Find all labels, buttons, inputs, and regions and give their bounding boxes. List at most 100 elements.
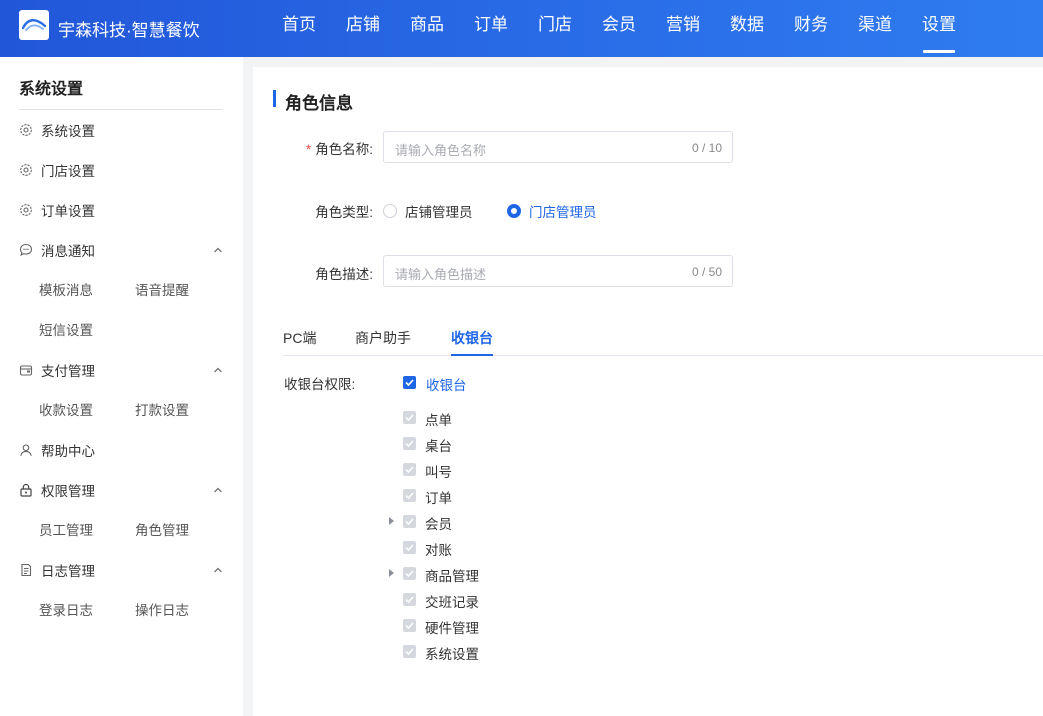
sidebar-item-label: 支付管理	[41, 364, 95, 379]
sidebar-sub-staff-management[interactable]: 员工管理	[39, 519, 93, 539]
checkbox-label: 桌台	[425, 439, 452, 454]
sidebar-item-logs[interactable]: 日志管理	[19, 550, 225, 590]
sidebar-sub-payout-settings[interactable]: 打款设置	[135, 399, 189, 419]
main-nav: 首页 店铺 商品 订单 门店 会员 营销 数据 财务 渠道 设置	[267, 0, 971, 57]
wallet-icon	[19, 363, 33, 377]
role-desc-input[interactable]: 请输入角色描述 0 / 50	[383, 255, 733, 287]
checkbox-perm-call-number[interactable]	[403, 463, 416, 476]
expand-caret-icon[interactable]	[389, 569, 394, 577]
sidebar-sub-collection-settings[interactable]: 收款设置	[39, 399, 93, 419]
checkbox-label: 系统设置	[425, 647, 479, 662]
document-icon	[19, 563, 33, 577]
checkbox-perm-hardware[interactable]	[403, 619, 416, 632]
checkbox-label: 硬件管理	[425, 621, 479, 636]
chevron-up-icon	[213, 243, 223, 258]
checkbox-perm-order[interactable]	[403, 411, 416, 424]
section-title: 角色信息	[285, 94, 353, 113]
checkbox-label: 会员	[425, 517, 452, 532]
nav-stores[interactable]: 门店	[523, 0, 587, 57]
checkbox-perm-system-settings[interactable]	[403, 645, 416, 658]
tab-active-indicator	[451, 354, 493, 356]
checkbox-perm-product-mgmt[interactable]	[403, 567, 416, 580]
sidebar-item-system-settings[interactable]: 系统设置	[19, 110, 225, 150]
nav-home[interactable]: 首页	[267, 0, 331, 57]
top-navbar: 宇森科技·智慧餐饮 首页 店铺 商品 订单 门店 会员 营销 数据 财务 渠道 …	[0, 0, 1043, 57]
checkbox-perm-members[interactable]	[403, 515, 416, 528]
sidebar-item-label: 日志管理	[41, 564, 95, 579]
sidebar-sub-voice-alerts[interactable]: 语音提醒	[135, 279, 189, 299]
checkbox-label: 交班记录	[425, 595, 479, 610]
chevron-up-icon	[213, 483, 223, 498]
role-name-placeholder: 请输入角色名称	[395, 143, 487, 158]
nav-settings[interactable]: 设置	[907, 0, 971, 57]
sidebar-item-label: 订单设置	[41, 204, 95, 219]
required-mark: *	[305, 142, 312, 157]
sidebar-sub-role-management[interactable]: 角色管理	[135, 519, 189, 539]
radio-outlet-admin[interactable]: 门店管理员	[507, 201, 597, 221]
sidebar-item-label: 帮助中心	[41, 444, 95, 459]
sidebar-item-permissions[interactable]: 权限管理	[19, 470, 225, 510]
sidebar-sub-template-messages[interactable]: 模板消息	[39, 279, 93, 299]
brand-name: 宇森科技·智慧餐饮	[58, 21, 200, 40]
role-desc-label: 角色描述:	[315, 267, 373, 282]
role-form-panel: 角色信息 * 角色名称: 请输入角色名称 0 / 10 角色类型: 店铺管理员 门…	[253, 67, 1043, 716]
sidebar-item-label: 门店设置	[41, 164, 95, 179]
role-desc-counter: 0 / 50	[691, 265, 722, 279]
sidebar-item-label: 权限管理	[41, 484, 95, 499]
sidebar-item-label: 系统设置	[41, 124, 95, 139]
nav-marketing[interactable]: 营销	[651, 0, 715, 57]
nav-data[interactable]: 数据	[715, 0, 779, 57]
sidebar: 系统设置 系统设置 门店设置 订单设置 消息通知 模板消息 语音提醒 短信设置 …	[0, 57, 243, 716]
checkbox-label: 收银台	[426, 378, 467, 393]
checkbox-cashier-root[interactable]	[403, 376, 416, 389]
sidebar-title: 系统设置	[19, 81, 84, 98]
tab-pc[interactable]: PC端	[283, 328, 316, 348]
radio-label: 门店管理员	[529, 205, 597, 220]
nav-shop[interactable]: 店铺	[331, 0, 395, 57]
checkbox-label: 点单	[425, 413, 452, 428]
nav-orders[interactable]: 订单	[459, 0, 523, 57]
tab-cashier[interactable]: 收银台	[451, 328, 493, 348]
sidebar-item-payment[interactable]: 支付管理	[19, 350, 225, 390]
radio-circle	[383, 204, 397, 218]
chevron-up-icon	[213, 563, 223, 578]
nav-members[interactable]: 会员	[587, 0, 651, 57]
sidebar-sub-sms-settings[interactable]: 短信设置	[39, 319, 93, 339]
radio-circle-selected	[507, 204, 521, 218]
sidebar-item-store-settings[interactable]: 门店设置	[19, 150, 225, 190]
lock-icon	[19, 483, 33, 497]
radio-store-admin[interactable]: 店铺管理员	[383, 201, 473, 221]
brand-logo-icon	[19, 10, 49, 40]
checkbox-perm-orders[interactable]	[403, 489, 416, 502]
checkbox-label: 叫号	[425, 465, 452, 480]
expand-caret-icon[interactable]	[389, 517, 394, 525]
nav-channels[interactable]: 渠道	[843, 0, 907, 57]
sidebar-sub-login-logs[interactable]: 登录日志	[39, 599, 93, 619]
sidebar-sub-operation-logs[interactable]: 操作日志	[135, 599, 189, 619]
sidebar-item-notifications[interactable]: 消息通知	[19, 230, 225, 270]
role-name-input[interactable]: 请输入角色名称 0 / 10	[383, 131, 733, 163]
section-title-accent	[273, 90, 276, 107]
checkbox-perm-reconcile[interactable]	[403, 541, 416, 554]
tabs-divider	[283, 355, 1043, 356]
gear-icon	[19, 163, 33, 177]
cashier-permission-label: 收银台权限:	[284, 377, 356, 392]
gear-icon	[19, 203, 33, 217]
gear-icon	[19, 123, 33, 137]
nav-finance[interactable]: 财务	[779, 0, 843, 57]
checkbox-label: 对账	[425, 543, 452, 558]
sidebar-item-order-settings[interactable]: 订单设置	[19, 190, 225, 230]
role-name-counter: 0 / 10	[691, 141, 722, 155]
nav-products[interactable]: 商品	[395, 0, 459, 57]
checkbox-perm-tables[interactable]	[403, 437, 416, 450]
checkbox-perm-shift-records[interactable]	[403, 593, 416, 606]
role-desc-placeholder: 请输入角色描述	[395, 267, 487, 282]
role-type-label: 角色类型:	[315, 205, 373, 220]
user-icon	[19, 443, 33, 457]
checkbox-label: 商品管理	[425, 569, 479, 584]
checkbox-label: 订单	[425, 491, 452, 506]
sidebar-item-label: 消息通知	[41, 244, 95, 259]
tab-merchant-assistant[interactable]: 商户助手	[355, 328, 411, 348]
sidebar-item-help-center[interactable]: 帮助中心	[19, 430, 225, 470]
chevron-up-icon	[213, 363, 223, 378]
